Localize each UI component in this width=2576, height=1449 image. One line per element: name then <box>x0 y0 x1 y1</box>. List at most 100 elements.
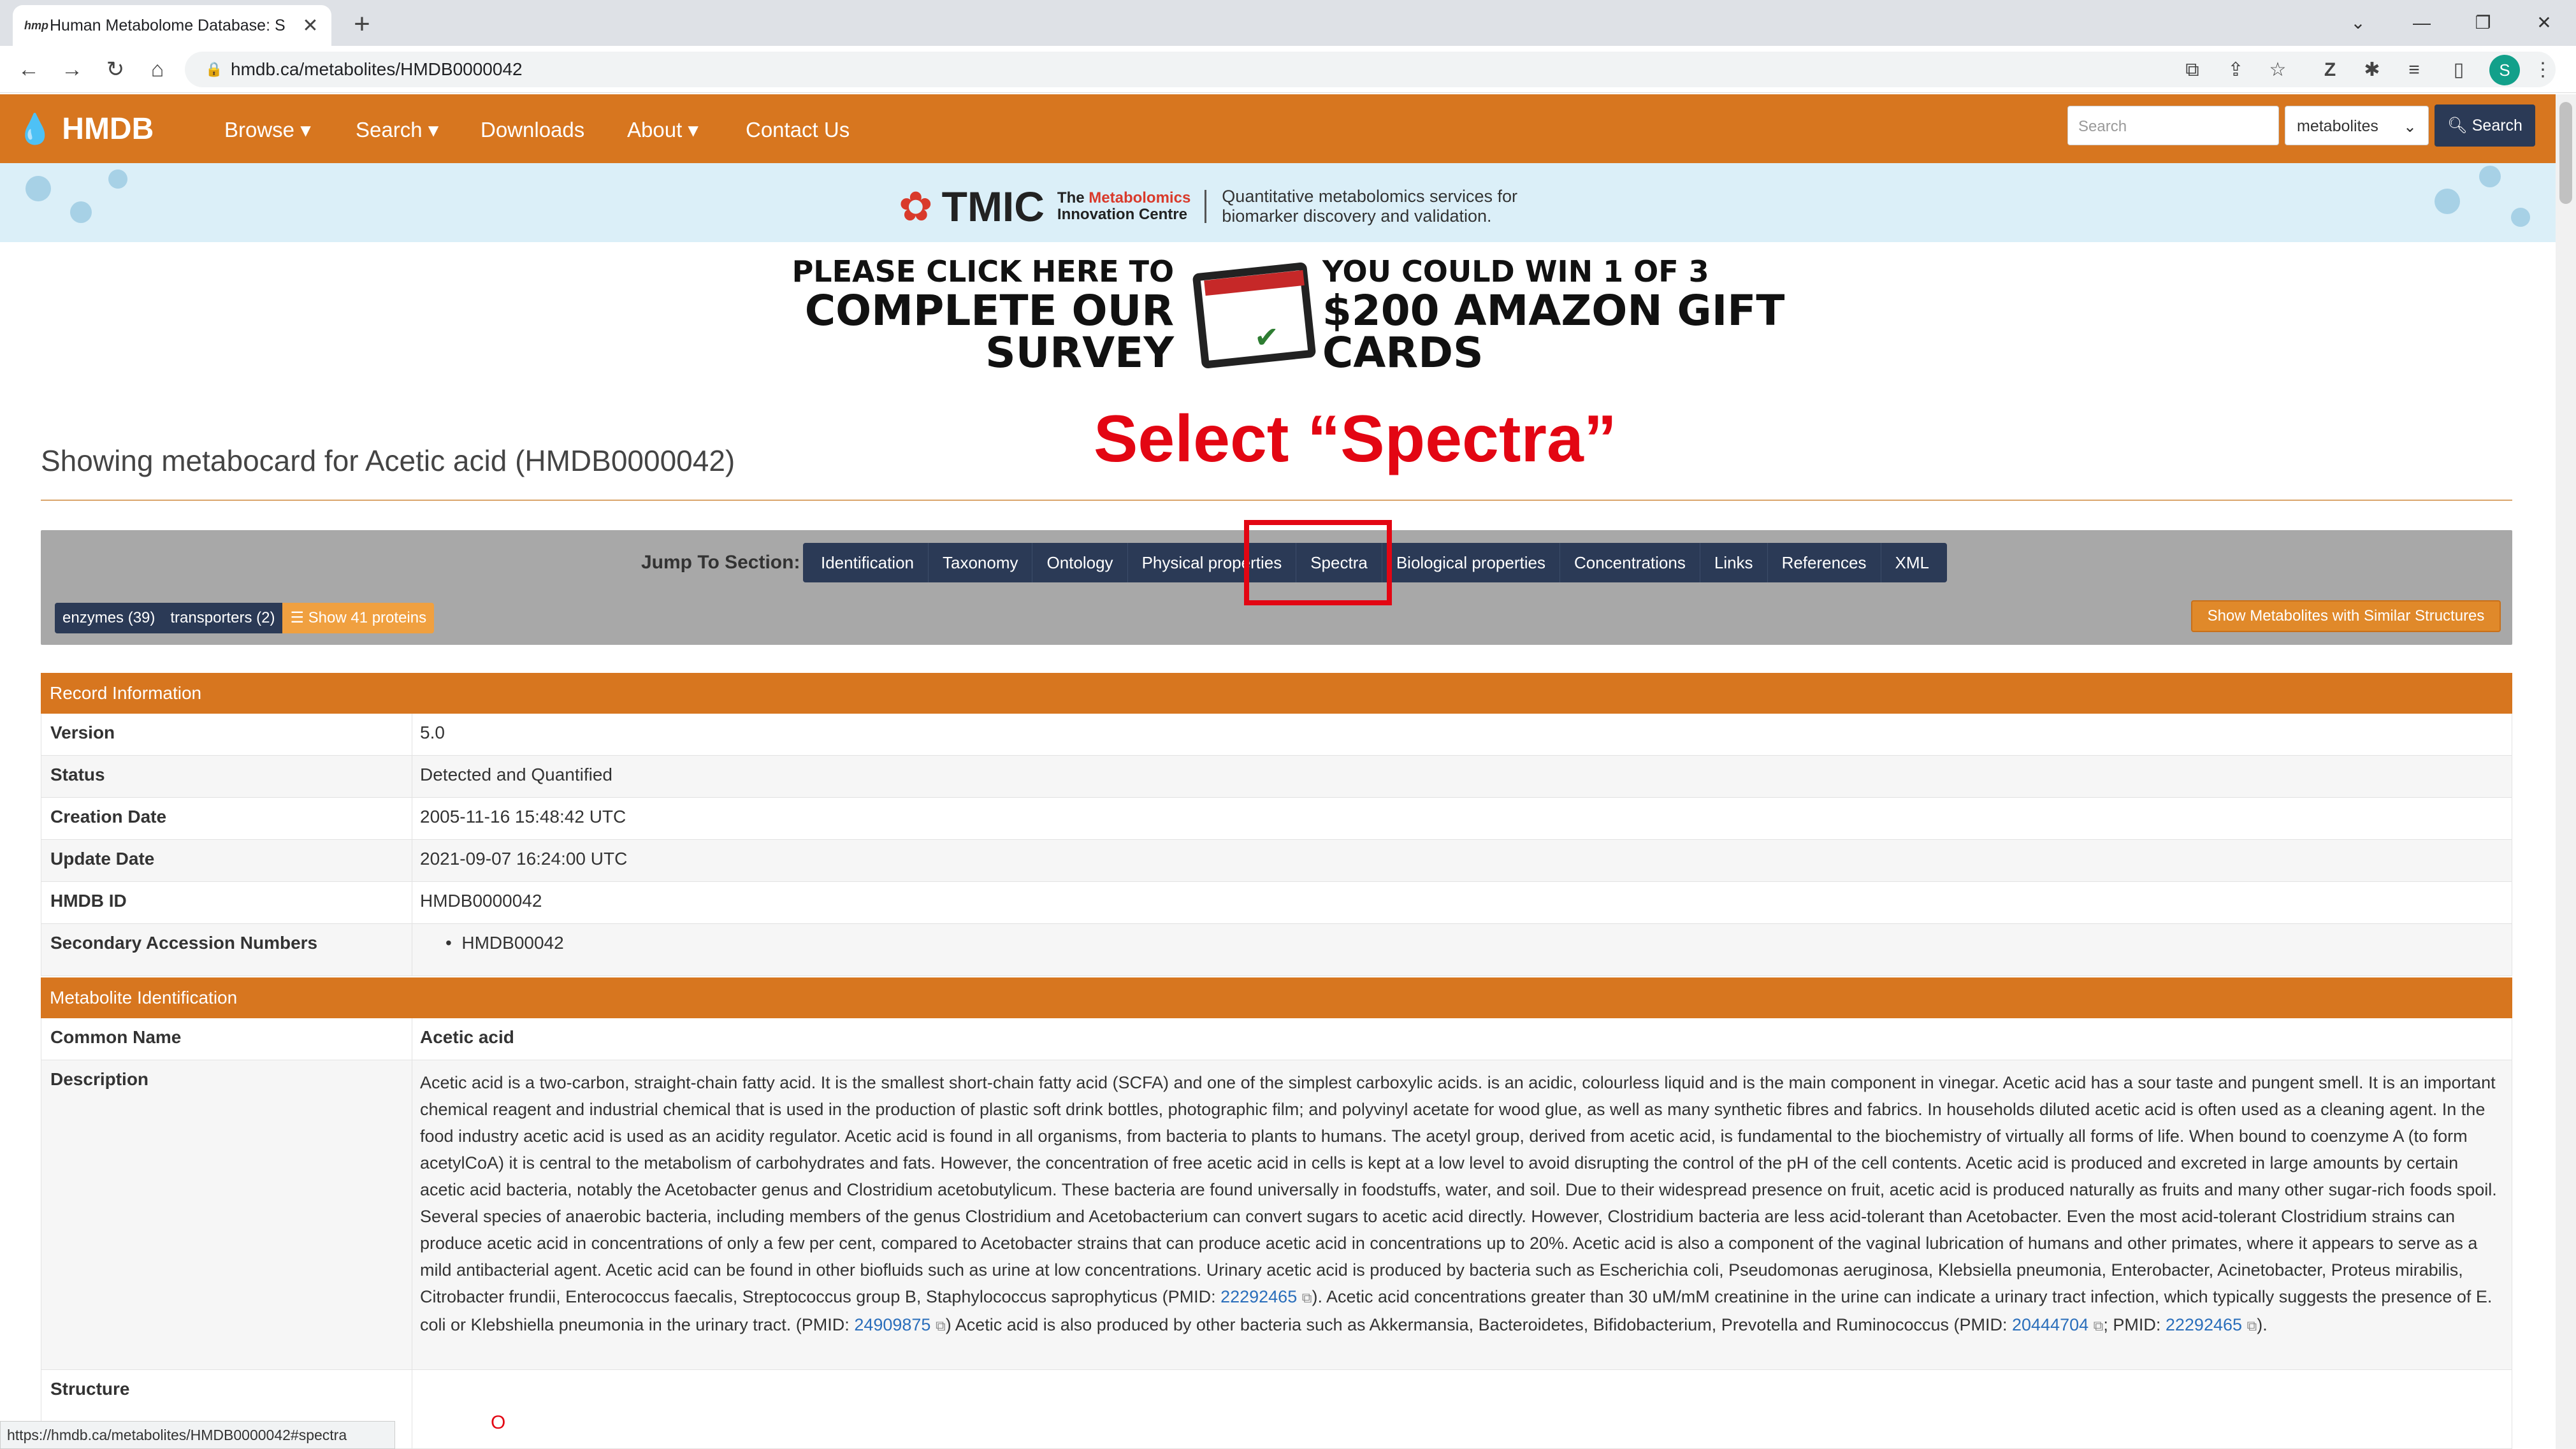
table-row: Update Date 2021-09-07 16:24:00 UTC <box>41 840 2512 882</box>
pmid-link[interactable]: 22292465 <box>2166 1315 2242 1334</box>
survey-left-text: PLEASE CLICK HERE TO COMPLETE OUR SURVEY <box>656 257 1174 374</box>
caret-down-icon: ▾ <box>428 118 439 141</box>
tab-search-icon[interactable]: ⌄ <box>2339 5 2377 41</box>
tmic-tagline: Quantitative metabolomics services for b… <box>1222 187 1517 226</box>
secondary-accession: HMDB00042 <box>461 933 564 953</box>
survey-right-line2: $200 AMAZON GIFT CARDS <box>1322 286 1785 377</box>
metabolite-identification-header: Metabolite Identification <box>41 977 2512 1018</box>
row-value: HMDB0000042 <box>420 891 542 911</box>
translate-icon[interactable]: ⧉ <box>2178 56 2206 84</box>
site-search-input[interactable]: Search <box>2067 106 2279 145</box>
nav-browse[interactable]: Browse ▾ <box>224 115 311 145</box>
forward-arrow-icon[interactable]: → <box>56 54 88 85</box>
hmdb-logo[interactable]: 💧 HMDB <box>17 108 154 149</box>
row-key: Common Name <box>41 1018 412 1060</box>
table-row: Status Detected and Quantified <box>41 756 2512 798</box>
search-icon: 🔍︎ <box>2447 117 2468 134</box>
description-text: Acetic acid is a two-carbon, straight-ch… <box>420 1073 2497 1306</box>
row-key: Update Date <box>41 840 412 881</box>
row-key: HMDB ID <box>41 882 412 923</box>
protein-buttons: enzymes (39) transporters (2) ☰ Show 41 … <box>55 603 435 633</box>
nav-search-label: Search <box>356 118 423 141</box>
external-link-icon: ⧉ <box>1301 1290 1312 1306</box>
pmid-link[interactable]: 22292465 <box>1220 1287 1297 1306</box>
survey-tablet-icon: ✔ <box>1190 261 1317 370</box>
status-bar-url: https://hmdb.ca/metabolites/HMDB0000042#… <box>0 1421 395 1449</box>
bullet: • <box>445 933 462 953</box>
new-tab-icon[interactable]: + <box>344 6 380 42</box>
reading-list-icon[interactable]: ≡ <box>2400 56 2428 84</box>
jump-ontology[interactable]: Ontology <box>1032 543 1128 582</box>
tmic-logo-group[interactable]: ✿ TMIC The Metabolomics Innovation Centr… <box>899 176 1517 237</box>
lock-icon: 🔒 <box>205 61 223 77</box>
row-key: Version <box>41 714 412 755</box>
page-scrollbar[interactable] <box>2556 94 2576 1449</box>
nav-search[interactable]: Search ▾ <box>356 115 438 145</box>
extensions-puzzle-icon[interactable]: ✱ <box>2358 56 2386 84</box>
survey-right-line1: YOU COULD WIN 1 OF 3 <box>1322 254 1709 289</box>
drop-icon: 💧 <box>17 112 54 145</box>
show-proteins-label: Show 41 proteins <box>308 609 427 626</box>
transporters-button[interactable]: transporters (2) <box>163 603 283 633</box>
spectra-highlight-box <box>1244 520 1392 605</box>
pmid-link[interactable]: 24909875 <box>854 1315 930 1334</box>
minimize-icon[interactable]: — <box>2403 5 2441 41</box>
home-icon[interactable]: ⌂ <box>141 54 173 85</box>
tab-close-icon[interactable]: ✕ <box>301 15 320 37</box>
row-value: 2021-09-07 16:24:00 UTC <box>420 849 628 869</box>
enzymes-button[interactable]: enzymes (39) <box>55 603 163 633</box>
jump-biological-properties[interactable]: Biological properties <box>1382 543 1560 582</box>
jump-taxonomy[interactable]: Taxonomy <box>929 543 1033 582</box>
tmic-sub-line2: Innovation Centre <box>1057 206 1187 223</box>
tmic-subtitle: The Metabolomics Innovation Centre <box>1057 189 1207 223</box>
tmic-name: TMIC <box>941 183 1045 230</box>
browser-tab[interactable]: hmp Human Metabolome Database: S ✕ <box>13 5 331 46</box>
jump-references[interactable]: References <box>1768 543 1881 582</box>
show-proteins-button[interactable]: ☰ Show 41 proteins <box>282 603 435 633</box>
caret-down-icon: ▾ <box>300 118 311 141</box>
scrollbar-thumb[interactable] <box>2559 102 2572 204</box>
restore-icon[interactable]: ❐ <box>2464 5 2502 41</box>
jump-xml[interactable]: XML <box>1881 543 1943 582</box>
bookmark-star-icon[interactable]: ☆ <box>2264 56 2292 84</box>
description-text: ). <box>2257 1315 2268 1334</box>
site-search-button[interactable]: 🔍︎ Search <box>2435 105 2535 147</box>
list-icon: ☰ <box>290 609 304 626</box>
jump-concentrations[interactable]: Concentrations <box>1560 543 1700 582</box>
browser-menu-icon[interactable]: ⋮ <box>2529 56 2557 84</box>
tmic-sub-highlight: Metabolomics <box>1089 189 1191 206</box>
external-link-icon: ⧉ <box>2093 1318 2104 1334</box>
survey-banner[interactable]: PLEASE CLICK HERE TO COMPLETE OUR SURVEY… <box>656 255 1899 376</box>
table-row: Structure <box>41 1370 2512 1449</box>
nav-browse-label: Browse <box>224 118 295 141</box>
jump-links[interactable]: Links <box>1700 543 1768 582</box>
zotero-extension-icon[interactable]: Z <box>2316 56 2344 84</box>
title-divider <box>41 500 2512 501</box>
side-panel-icon[interactable]: ▯ <box>2445 56 2473 84</box>
row-key: Creation Date <box>41 798 412 839</box>
reload-icon[interactable]: ↻ <box>99 54 131 85</box>
tmic-sub-prefix: The <box>1057 189 1089 206</box>
row-key: Secondary Accession Numbers <box>41 924 412 976</box>
jump-identification[interactable]: Identification <box>807 543 929 582</box>
share-icon[interactable]: ⇪ <box>2222 56 2250 84</box>
nav-about[interactable]: About ▾ <box>627 115 698 145</box>
nav-downloads[interactable]: Downloads <box>481 115 584 145</box>
nav-contact[interactable]: Contact Us <box>746 115 850 145</box>
profile-avatar[interactable]: S <box>2489 55 2520 85</box>
survey-left-line1: PLEASE CLICK HERE TO <box>792 254 1175 289</box>
row-value: 5.0 <box>420 723 445 742</box>
common-name-value: Acetic acid <box>420 1027 514 1047</box>
record-info-header: Record Information <box>41 673 2512 714</box>
tab-title: Human Metabolome Database: S <box>50 16 286 34</box>
pmid-link[interactable]: 20444704 <box>2012 1315 2088 1334</box>
similar-structures-button[interactable]: Show Metabolites with Similar Structures <box>2191 600 2501 632</box>
tmic-tagline-line1: Quantitative metabolomics services for <box>1222 187 1517 206</box>
tab-favicon-icon: hmp <box>24 18 48 32</box>
row-key: Description <box>41 1060 412 1369</box>
back-arrow-icon[interactable]: ← <box>13 54 45 85</box>
search-scope-select[interactable]: metabolites ⌄ <box>2285 106 2429 145</box>
tmic-logo-icon: ✿ <box>899 184 933 229</box>
table-row: Version 5.0 <box>41 714 2512 756</box>
close-window-icon[interactable]: ✕ <box>2525 5 2563 41</box>
